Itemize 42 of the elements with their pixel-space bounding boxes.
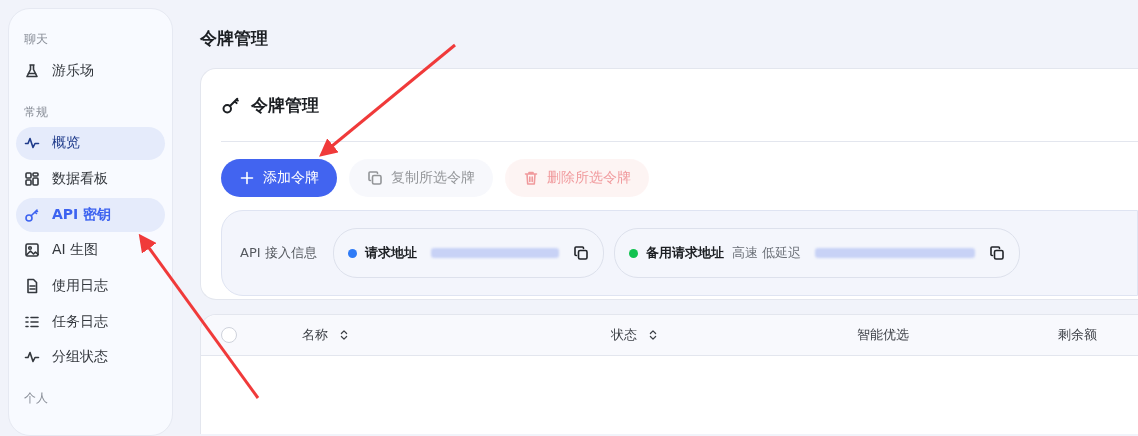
copy-button[interactable] <box>572 245 589 261</box>
sidebar-item[interactable]: API 密钥 <box>16 197 165 232</box>
copy-icon <box>367 170 383 186</box>
section-title: 个人 <box>23 390 49 407</box>
info-label: API 接入信息 <box>240 244 317 262</box>
document-icon <box>24 277 40 294</box>
key-icon <box>221 95 241 115</box>
sidebar-item[interactable]: 概览 <box>16 126 165 161</box>
sidebar-item[interactable]: 使用日志 <box>16 269 165 303</box>
column-header[interactable]: 状态 <box>611 322 857 348</box>
add-button[interactable]: 添加令牌 <box>221 159 337 197</box>
page-title: 令牌管理 <box>200 27 268 50</box>
endpoint-label: 请求地址 <box>364 244 417 262</box>
trash-icon <box>523 170 539 186</box>
card-title: 令牌管理 <box>251 93 319 117</box>
sidebar-item[interactable]: 分组状态 <box>16 340 165 374</box>
section-title: 聊天 <box>23 31 49 48</box>
section-title: 常规 <box>23 103 49 121</box>
select-all-checkbox[interactable] <box>221 327 237 343</box>
column-header[interactable]: 剩余额 <box>1058 322 1103 348</box>
key-icon <box>24 206 40 223</box>
column-title: 状态 <box>611 326 637 344</box>
sidebar-item[interactable]: 任务日志 <box>16 304 165 339</box>
column-title: 名称 <box>302 326 328 344</box>
copy-icon <box>572 245 589 261</box>
column-title: 智能优选 <box>857 326 909 344</box>
column-header[interactable]: 名称 <box>302 322 611 348</box>
column-header[interactable]: 智能优选 <box>857 322 1058 348</box>
sidebar-item[interactable]: 数据看板 <box>16 162 165 196</box>
image-icon <box>24 242 40 259</box>
copy-button[interactable] <box>988 245 1005 261</box>
grid-icon <box>24 171 40 188</box>
sidebar-item[interactable]: AI 生图 <box>16 233 165 268</box>
sidebar-item[interactable]: 游乐场 <box>16 54 165 88</box>
column-title: 剩余额 <box>1058 326 1097 344</box>
plus-icon <box>239 170 255 186</box>
flask-icon <box>24 62 40 79</box>
sort-icon <box>338 329 350 341</box>
sort-icon <box>647 329 659 341</box>
endpoint-note: 高速 低延迟 <box>731 244 801 262</box>
copy-icon <box>988 245 1005 261</box>
endpoint-label: 备用请求地址 <box>645 244 724 262</box>
